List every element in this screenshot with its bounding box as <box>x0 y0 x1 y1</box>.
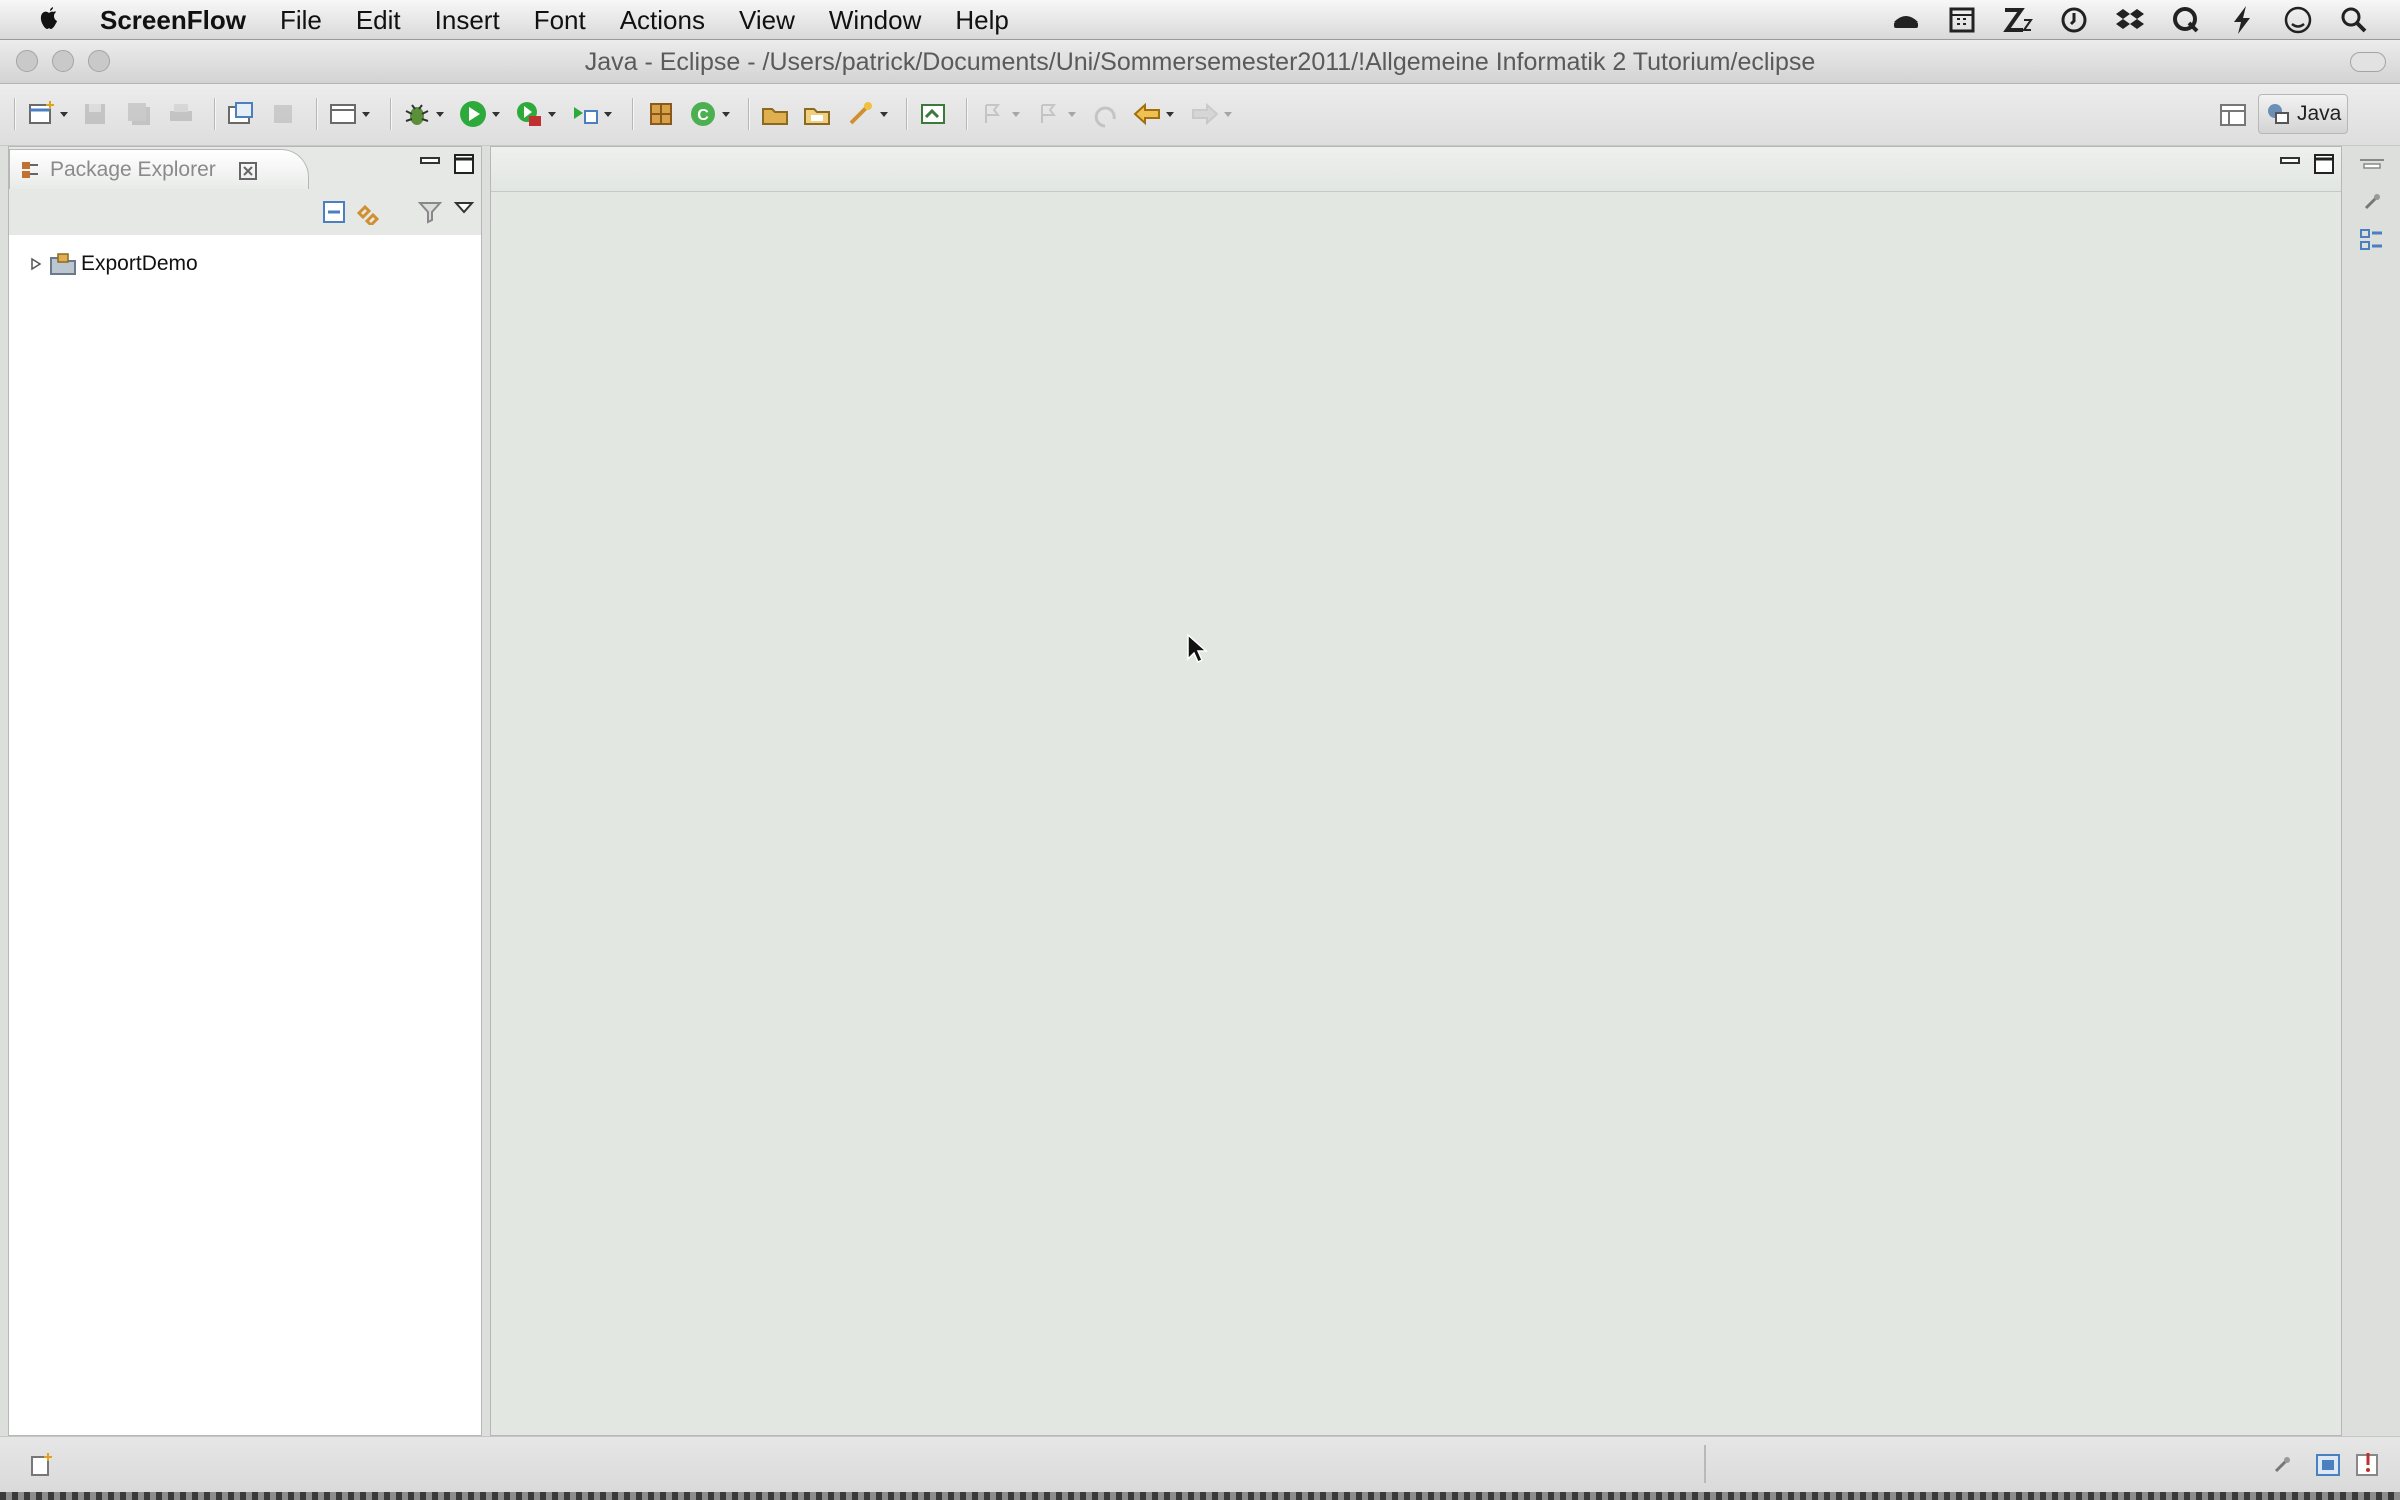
menu-actions[interactable]: Actions <box>620 5 705 36</box>
open-perspective-icon[interactable] <box>2216 98 2250 132</box>
apple-icon[interactable] <box>34 6 64 34</box>
toolbar-separator <box>214 98 216 130</box>
filter-icon[interactable] <box>417 199 443 225</box>
view-menu-chevron-down-icon[interactable] <box>451 195 477 221</box>
package-explorer-view: Package Explorer ExportDemo <box>8 146 482 1436</box>
right-trim-stack <box>2350 146 2394 1436</box>
status-divider <box>1704 1445 1706 1483</box>
menu-file[interactable]: File <box>280 5 322 36</box>
toolbar-separator <box>906 98 908 130</box>
minimize-view-icon[interactable] <box>419 153 441 167</box>
menu-font[interactable]: Font <box>534 5 586 36</box>
menu-bar: ScreenFlow File Edit Insert Font Actions… <box>0 0 2400 40</box>
open-folder-icon[interactable] <box>760 99 790 129</box>
run-icon[interactable] <box>458 99 500 129</box>
zz-icon[interactable] <box>2002 4 2034 36</box>
dropbox-icon[interactable] <box>2114 4 2146 36</box>
package-explorer-tab-row: Package Explorer <box>9 147 481 189</box>
toolbar-separator <box>966 98 968 130</box>
user-icon[interactable] <box>2282 4 2314 36</box>
bolt-icon[interactable] <box>2226 4 2258 36</box>
menu-insert[interactable]: Insert <box>435 5 500 36</box>
trim-console-icon[interactable] <box>2314 1451 2342 1479</box>
save-icon[interactable] <box>80 99 110 129</box>
menu-view[interactable]: View <box>739 5 795 36</box>
collapse-all-icon[interactable] <box>321 199 347 225</box>
menu-help[interactable]: Help <box>955 5 1008 36</box>
maximize-editor-icon[interactable] <box>2313 153 2335 175</box>
editor-area <box>490 146 2342 1436</box>
fast-view-icon[interactable] <box>28 1451 56 1479</box>
package-explorer-tab-label: Package Explorer <box>50 158 216 181</box>
new-java-class-icon[interactable]: C <box>688 99 730 129</box>
debug-icon[interactable] <box>402 99 444 129</box>
forward-arrow-icon[interactable] <box>1190 99 1232 129</box>
spotlight-icon[interactable] <box>2338 4 2370 36</box>
java-perspective-label: Java <box>2297 102 2342 125</box>
calendar-icon[interactable] <box>1946 4 1978 36</box>
toolbar-separator <box>316 98 318 130</box>
menu-edit[interactable]: Edit <box>356 5 401 36</box>
outline-icon[interactable] <box>2358 226 2386 254</box>
package-explorer-tree: ExportDemo <box>9 235 481 1435</box>
toolbar-separator <box>632 98 634 130</box>
toolbar-separator <box>748 98 750 130</box>
package-explorer-tab[interactable]: Package Explorer <box>9 149 309 189</box>
save-all-icon[interactable] <box>124 99 154 129</box>
new-java-package-icon[interactable] <box>646 99 676 129</box>
window-title: Java - Eclipse - /Users/patrick/Document… <box>584 48 1816 76</box>
next-annotation-icon[interactable] <box>978 99 1020 129</box>
link-with-editor-icon[interactable] <box>355 199 381 225</box>
java-perspective-icon <box>2268 104 2289 124</box>
back-arrow-icon[interactable] <box>1132 99 1174 129</box>
java-perspective-button[interactable]: Java <box>2258 94 2348 134</box>
open-task-icon[interactable] <box>268 99 298 129</box>
drive-icon[interactable] <box>1890 4 1922 36</box>
coverage-icon[interactable] <box>514 99 556 129</box>
print-icon[interactable] <box>166 99 196 129</box>
menu-window[interactable]: Window <box>829 5 921 36</box>
status-bar <box>0 1436 2400 1492</box>
pin-editor-icon[interactable] <box>918 99 948 129</box>
editor-tab-area <box>491 147 2341 192</box>
external-tools-icon[interactable] <box>570 99 612 129</box>
menu-app-name[interactable]: ScreenFlow <box>100 5 246 36</box>
restore-view-icon[interactable] <box>2358 154 2386 182</box>
open-type-icon[interactable] <box>226 99 256 129</box>
expand-triangle-icon[interactable] <box>29 257 43 271</box>
terminal-view-icon[interactable] <box>328 99 370 129</box>
clock-icon[interactable] <box>2058 4 2090 36</box>
tree-item-label: ExportDemo <box>81 252 198 275</box>
tree-item-project[interactable]: ExportDemo <box>29 249 198 279</box>
open-resource-icon[interactable] <box>802 99 832 129</box>
svg-text:C: C <box>697 107 709 124</box>
main-toolbar: C Java <box>0 84 2400 146</box>
java-project-icon <box>49 251 77 277</box>
last-edit-location-icon[interactable] <box>1090 99 1120 129</box>
previous-annotation-icon[interactable] <box>1034 99 1076 129</box>
trim-problems-icon[interactable] <box>2354 1451 2382 1479</box>
toolbar-separator <box>14 98 16 130</box>
package-explorer-toolbar <box>9 189 481 236</box>
new-wizard-icon[interactable] <box>26 99 68 129</box>
search-tool-icon[interactable] <box>846 99 888 129</box>
close-icon[interactable] <box>238 161 258 181</box>
desktop-edge <box>0 1492 2400 1500</box>
trim-tasks-icon[interactable] <box>2268 1451 2296 1479</box>
mouse-pointer-icon <box>1186 633 1208 665</box>
tasks-icon[interactable] <box>2358 188 2386 216</box>
toolbar-separator <box>390 98 392 130</box>
toolbar-toggle-button[interactable] <box>2350 52 2386 72</box>
package-explorer-icon <box>20 159 42 181</box>
quicksilver-icon[interactable] <box>2170 4 2202 36</box>
maximize-view-icon[interactable] <box>453 153 475 175</box>
minimize-editor-icon[interactable] <box>2279 153 2301 167</box>
window-title-bar: Java - Eclipse - /Users/patrick/Document… <box>0 40 2400 84</box>
